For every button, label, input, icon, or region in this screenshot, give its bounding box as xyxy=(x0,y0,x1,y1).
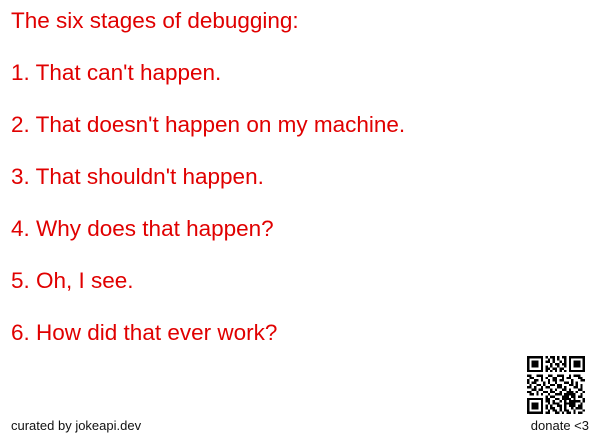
donate-link[interactable]: donate <3 xyxy=(531,418,589,434)
joke-line-2: 2. That doesn't happen on my machine. xyxy=(11,112,406,137)
credit-text: curated by jokeapi.dev xyxy=(11,418,142,433)
joke-line-3: 3. That shouldn't happen. xyxy=(11,164,264,189)
joke-title: The six stages of debugging: xyxy=(11,8,299,33)
joke-text: The six stages of debugging: 1. That can… xyxy=(11,8,405,372)
joke-line-1: 1. That can't happen. xyxy=(11,60,222,85)
qr-code-icon[interactable] xyxy=(526,356,586,414)
joke-line-4: 4. Why does that happen? xyxy=(11,216,274,241)
joke-line-6: 6. How did that ever work? xyxy=(11,320,278,345)
joke-line-5: 5. Oh, I see. xyxy=(11,268,134,293)
